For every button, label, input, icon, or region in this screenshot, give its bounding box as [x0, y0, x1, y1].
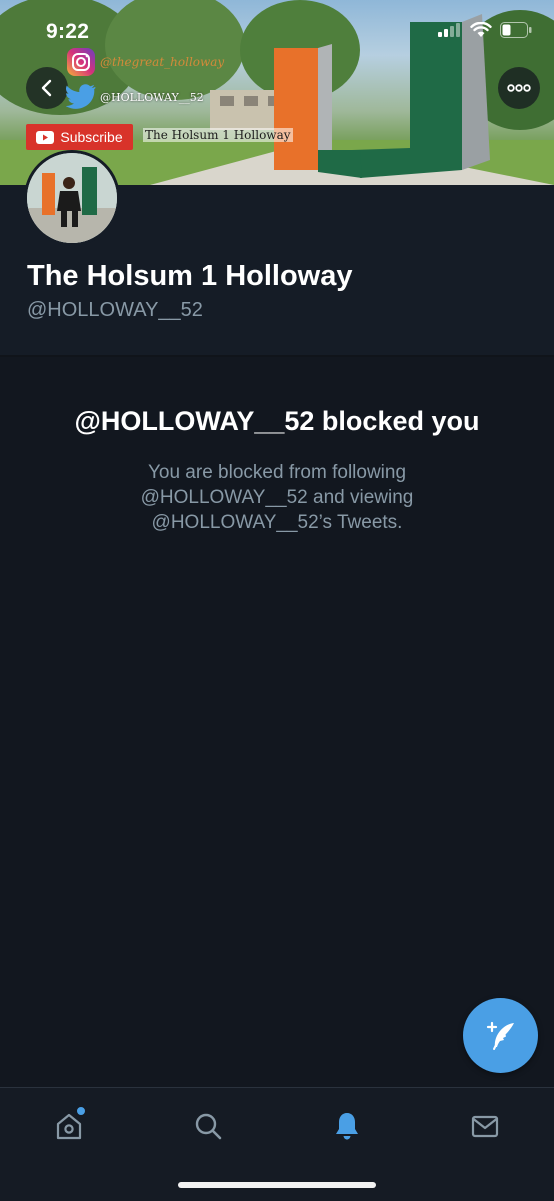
twitter-credit: @HOLLOWAY__52 [66, 84, 204, 110]
chevron-left-icon [41, 79, 52, 97]
profile-display-name: The Holsum 1 Holloway [27, 260, 353, 292]
tab-home[interactable] [47, 1106, 91, 1146]
compose-tweet-button[interactable] [463, 998, 538, 1073]
more-icon [507, 84, 531, 92]
instagram-icon [67, 48, 95, 76]
blocked-description: You are blocked from following @HOLLOWAY… [140, 462, 414, 533]
twitter-handle-label: @HOLLOWAY__52 [100, 90, 204, 104]
search-icon [195, 1113, 222, 1140]
tab-messages[interactable] [463, 1106, 507, 1146]
status-icons [438, 22, 532, 38]
youtube-channel-name: The Holsum 1 Holloway [143, 128, 293, 142]
wifi-icon [470, 22, 492, 37]
more-options-button[interactable] [498, 67, 540, 109]
youtube-play-icon [36, 130, 55, 144]
profile-handle: @HOLLOWAY__52 [27, 299, 203, 321]
subscribe-label: Subscribe [60, 129, 123, 145]
youtube-subscribe-button[interactable]: Subscribe [26, 124, 133, 150]
avatar-image [27, 153, 117, 243]
profile-avatar[interactable] [24, 150, 120, 246]
cellular-signal-icon [438, 23, 460, 37]
back-button[interactable] [26, 67, 68, 109]
home-notification-dot [76, 1106, 86, 1116]
battery-icon [500, 22, 532, 38]
tab-notifications[interactable] [325, 1106, 369, 1146]
mail-icon [471, 1115, 499, 1138]
blocked-title: @HOLLOWAY__52 blocked you [74, 406, 480, 436]
home-indicator[interactable] [178, 1182, 376, 1188]
instagram-credit: @thegreat_holloway [66, 47, 224, 77]
instagram-handle-label: @thegreat_holloway [100, 55, 225, 69]
bell-icon [336, 1113, 358, 1140]
status-time: 9:22 [46, 20, 90, 43]
twitter-bird-icon [66, 84, 96, 109]
tab-search[interactable] [186, 1106, 230, 1146]
compose-feather-icon [486, 1021, 514, 1050]
